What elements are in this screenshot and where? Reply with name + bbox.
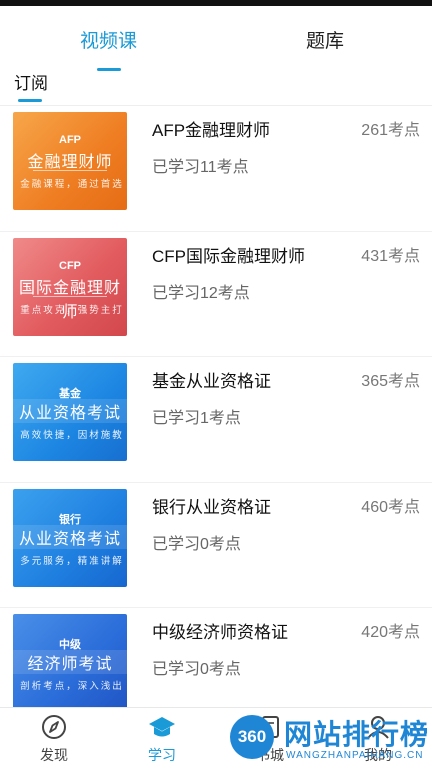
- nav-label: 学习: [148, 747, 176, 763]
- nav-study[interactable]: 学习: [108, 708, 216, 769]
- nav-discover[interactable]: 发现: [0, 708, 108, 769]
- course-title: 银行从业资格证: [152, 497, 271, 517]
- thumbnail-subtitle: 多元服务，精准讲解: [20, 555, 124, 567]
- course-topic-count: 365考点: [361, 373, 420, 390]
- course-thumbnail: 基金 从业资格考试 高效快捷，因材施教: [13, 363, 127, 461]
- thumbnail-subtitle: 金融课程，通过首选: [20, 179, 124, 190]
- compass-icon: [42, 715, 66, 739]
- thumbnail-subtitle: 剖析考点，深入浅出: [20, 681, 124, 692]
- watermark: 360 网站排行榜 WANGZHANPAIHANG.CN: [226, 709, 432, 768]
- thumbnail-tag: CFP: [59, 259, 81, 272]
- thumbnail-divider: [33, 170, 107, 171]
- thumbnail-subtitle: 重点攻克，强势主打: [20, 304, 124, 316]
- course-progress: 已学习0考点: [152, 535, 241, 553]
- course-topic-count: 261考点: [361, 122, 420, 139]
- course-item[interactable]: AFP 金融理财师 金融课程，通过首选 AFP金融理财师 261考点 已学习11…: [0, 106, 432, 232]
- watermark-badge: 360: [230, 715, 274, 759]
- course-item[interactable]: CFP 国际金融理财师 重点攻克，强势主打 CFP国际金融理财师 431考点 已…: [0, 232, 432, 357]
- course-topic-count: 431考点: [361, 247, 420, 265]
- course-progress: 已学习12考点: [152, 284, 250, 302]
- course-thumbnail: 中级 经济师考试 剖析考点，深入浅出: [13, 614, 127, 712]
- course-title: 基金从业资格证: [152, 372, 271, 391]
- watermark-text: 网站排行榜: [284, 719, 430, 750]
- course-progress: 已学习1考点: [152, 410, 241, 427]
- top-tabs: 视频课 题库: [0, 6, 432, 72]
- thumbnail-divider: [33, 295, 107, 297]
- thumbnail-subtitle: 高效快捷，因材施教: [20, 430, 124, 441]
- course-title: 中级经济师资格证: [152, 623, 288, 642]
- course-progress: 已学习11考点: [152, 159, 249, 176]
- course-item[interactable]: 银行 从业资格考试 多元服务，精准讲解 银行从业资格证 460考点 已学习0考点: [0, 483, 432, 608]
- course-list: AFP 金融理财师 金融课程，通过首选 AFP金融理财师 261考点 已学习11…: [0, 106, 432, 734]
- course-title: CFP国际金融理财师: [152, 246, 305, 266]
- nav-label: 发现: [40, 747, 68, 763]
- course-title: AFP金融理财师: [152, 121, 271, 140]
- subtab-subscribed[interactable]: 订阅: [14, 69, 48, 94]
- thumbnail-title: 从业资格考试: [18, 530, 121, 548]
- tab-video-course[interactable]: 视频课: [80, 26, 137, 53]
- course-thumbnail: 银行 从业资格考试 多元服务，精准讲解: [13, 488, 127, 587]
- thumbnail-tag: AFP: [59, 134, 81, 146]
- tab-question-bank[interactable]: 题库: [306, 26, 344, 53]
- course-item[interactable]: 基金 从业资格考试 高效快捷，因材施教 基金从业资格证 365考点 已学习1考点: [0, 357, 432, 483]
- graduation-cap-icon: [149, 717, 175, 737]
- course-topic-count: 460考点: [361, 498, 420, 516]
- course-topic-count: 420考点: [361, 624, 420, 641]
- course-thumbnail: CFP 国际金融理财师 重点攻克，强势主打: [13, 237, 127, 336]
- course-thumbnail: AFP 金融理财师 金融课程，通过首选: [13, 112, 127, 210]
- watermark-url: WANGZHANPAIHANG.CN: [286, 750, 424, 761]
- subtab-indicator: [18, 99, 42, 102]
- thumbnail-title: 经济师考试: [27, 656, 113, 673]
- thumbnail-title: 从业资格考试: [18, 405, 121, 422]
- thumbnail-title: 金融理财师: [27, 154, 113, 171]
- sub-tabs: 订阅: [0, 66, 432, 106]
- course-progress: 已学习0考点: [152, 661, 241, 678]
